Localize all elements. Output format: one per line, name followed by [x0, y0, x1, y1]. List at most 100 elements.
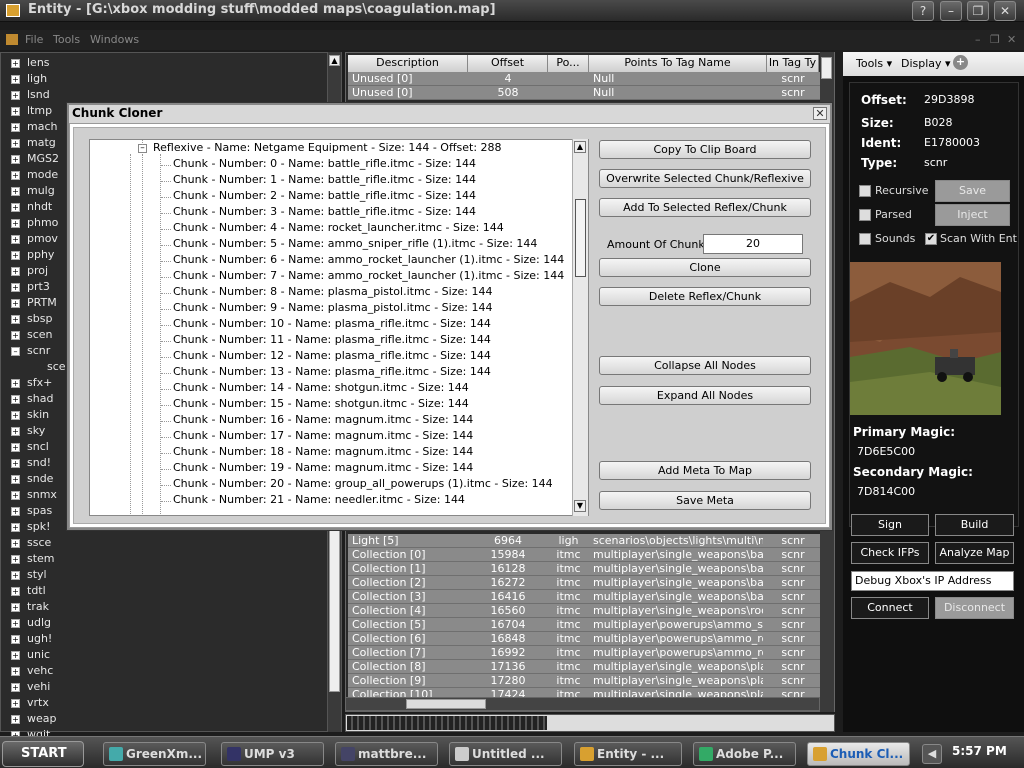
tree-item-proj[interactable]: + proj — [11, 264, 48, 280]
tree-item-unic[interactable]: + unic — [11, 648, 50, 664]
table-row[interactable]: Collection [3] 16416 itmc multiplayer\singl… — [348, 590, 820, 604]
overwrite-chunk-button[interactable]: Overwrite Selected Chunk/Reflexive — [599, 169, 811, 188]
chunk-node[interactable]: Chunk - Number: 7 - Name: ammo_rocket_la… — [173, 269, 564, 285]
taskbar-item[interactable]: Adobe P... — [693, 742, 796, 766]
expand-icon[interactable]: + — [11, 154, 20, 164]
tree-item-sncl[interactable]: + sncl — [11, 440, 49, 456]
table-row[interactable]: Collection [0] 15984 itmc multiplayer\singl… — [348, 548, 820, 562]
column-header[interactable]: Description — [348, 55, 468, 72]
chunk-node[interactable]: Chunk - Number: 5 - Name: ammo_sniper_ri… — [173, 237, 537, 253]
hscroll-thumb[interactable] — [406, 699, 486, 709]
tree-item-sbsp[interactable]: + sbsp — [11, 312, 52, 328]
expand-icon[interactable]: + — [11, 170, 20, 180]
clone-button[interactable]: Clone — [599, 258, 811, 277]
chunk-node[interactable]: Chunk - Number: 14 - Name: shotgun.itmc … — [173, 381, 469, 397]
expand-icon[interactable]: + — [11, 602, 20, 612]
parsed-checkbox[interactable] — [859, 209, 871, 221]
table-row[interactable]: Collection [8] 17136 itmc multiplayer\singl… — [348, 660, 820, 674]
expand-icon[interactable]: + — [11, 282, 20, 292]
tree-item-mgs2[interactable]: + MGS2 — [11, 152, 59, 168]
chunk-node[interactable]: Chunk - Number: 15 - Name: shotgun.itmc … — [173, 397, 469, 413]
analyze-map-button[interactable]: Analyze Map — [935, 542, 1014, 564]
expand-icon[interactable]: + — [11, 458, 20, 468]
recursive-checkbox[interactable] — [859, 185, 871, 197]
add-icon[interactable]: + — [953, 55, 968, 70]
table-row[interactable]: Collection [2] 16272 itmc multiplayer\singl… — [348, 576, 820, 590]
tree-item-sfx-[interactable]: + sfx+ — [11, 376, 52, 392]
column-header[interactable]: In Tag Ty — [767, 55, 819, 72]
delete-chunk-button[interactable]: Delete Reflex/Chunk — [599, 287, 811, 306]
tree-item-prt3[interactable]: + prt3 — [11, 280, 50, 296]
chunk-node[interactable]: Chunk - Number: 10 - Name: plasma_rifle.… — [173, 317, 491, 333]
chunk-node[interactable]: Chunk - Number: 18 - Name: magnum.itmc -… — [173, 445, 473, 461]
add-to-selected-button[interactable]: Add To Selected Reflex/Chunk — [599, 198, 811, 217]
expand-icon[interactable]: + — [11, 122, 20, 132]
expand-icon[interactable]: + — [11, 474, 20, 484]
table-row[interactable]: Unused [0] 508 Null scnr — [348, 86, 820, 100]
column-header[interactable]: Points To Tag Name — [589, 55, 767, 72]
chunk-node[interactable]: Chunk - Number: 16 - Name: magnum.itmc -… — [173, 413, 473, 429]
tree-item-stem[interactable]: + stem — [11, 552, 55, 568]
mdi-restore-icon[interactable]: ❐ — [990, 33, 1000, 46]
sign-button[interactable]: Sign — [851, 514, 929, 536]
expand-icon[interactable]: + — [11, 410, 20, 420]
tree-item-lsnd[interactable]: + lsnd — [11, 88, 50, 104]
inject-button[interactable]: Inject — [935, 204, 1010, 226]
expand-icon[interactable]: + — [11, 330, 20, 340]
copy-to-clipboard-button[interactable]: Copy To Clip Board — [599, 140, 811, 159]
expand-icon[interactable]: + — [11, 698, 20, 708]
tree-item-sky[interactable]: + sky — [11, 424, 45, 440]
tree-item-vrtx[interactable]: + vrtx — [11, 696, 49, 712]
chunk-node[interactable]: Chunk - Number: 12 - Name: plasma_rifle.… — [173, 349, 491, 365]
tree-item-vehc[interactable]: + vehc — [11, 664, 53, 680]
expand-icon[interactable]: + — [11, 682, 20, 692]
chunk-node[interactable]: Chunk - Number: 17 - Name: magnum.itmc -… — [173, 429, 473, 445]
scroll-up-icon[interactable]: ▲ — [329, 55, 340, 66]
expand-icon[interactable]: + — [11, 506, 20, 516]
tree-item-ligh[interactable]: + ligh — [11, 72, 47, 88]
add-meta-button[interactable]: Add Meta To Map — [599, 461, 811, 480]
disconnect-button[interactable]: Disconnect — [935, 597, 1014, 619]
expand-all-button[interactable]: Expand All Nodes — [599, 386, 811, 405]
maximize-button[interactable]: ❐ — [967, 1, 989, 21]
help-button[interactable]: ? — [912, 1, 934, 21]
expand-icon[interactable]: + — [11, 554, 20, 564]
chunk-node[interactable]: Chunk - Number: 4 - Name: rocket_launche… — [173, 221, 504, 237]
taskbar-item[interactable]: Untitled ... — [449, 742, 562, 766]
expand-icon[interactable]: + — [11, 714, 20, 724]
expand-icon[interactable]: + — [11, 106, 20, 116]
tree-item-nhdt[interactable]: + nhdt — [11, 200, 52, 216]
tree-item-mach[interactable]: + mach — [11, 120, 57, 136]
table-row[interactable]: Unused [0] 4 Null scnr — [348, 72, 820, 86]
tree-item-scen[interactable]: + scen — [11, 328, 53, 344]
expand-icon[interactable]: + — [11, 666, 20, 676]
collapse-all-button[interactable]: Collapse All Nodes — [599, 356, 811, 375]
expand-icon[interactable]: + — [11, 266, 20, 276]
taskbar-expand-icon[interactable]: ◀ — [922, 744, 942, 764]
expand-icon[interactable]: + — [11, 138, 20, 148]
expand-icon[interactable]: + — [11, 538, 20, 548]
chunk-node[interactable]: Chunk - Number: 20 - Name: group_all_pow… — [173, 477, 553, 493]
mdi-minimize-icon[interactable]: – — [975, 33, 981, 46]
connect-button[interactable]: Connect — [851, 597, 929, 619]
chunk-tree-scrollbar[interactable]: ▲ ▼ — [572, 139, 588, 516]
tree-item-shad[interactable]: + shad — [11, 392, 53, 408]
expand-icon[interactable]: + — [11, 186, 20, 196]
taskbar-item[interactable]: Chunk Cl... — [807, 742, 910, 766]
menu-tools[interactable]: Tools — [53, 33, 80, 46]
save-meta-button[interactable]: Save Meta — [599, 491, 811, 510]
tree-item-styl[interactable]: + styl — [11, 568, 47, 584]
tree-item-lens[interactable]: + lens — [11, 56, 50, 72]
tree-item-udlg[interactable]: + udlg — [11, 616, 51, 632]
tree-item-tdtl[interactable]: + tdtl — [11, 584, 46, 600]
start-button[interactable]: START — [2, 741, 84, 767]
tree-item-snde[interactable]: + snde — [11, 472, 53, 488]
tree-item-snmx[interactable]: + snmx — [11, 488, 57, 504]
expand-icon[interactable]: + — [11, 250, 20, 260]
expand-icon[interactable]: + — [11, 586, 20, 596]
chunk-node[interactable]: Chunk - Number: 13 - Name: plasma_rifle.… — [173, 365, 491, 381]
tree-item-spas[interactable]: + spas — [11, 504, 52, 520]
expand-icon[interactable]: + — [11, 618, 20, 628]
tree-scroll-down-icon[interactable]: ▼ — [574, 500, 586, 512]
chunk-node[interactable]: Chunk - Number: 1 - Name: battle_rifle.i… — [173, 173, 476, 189]
